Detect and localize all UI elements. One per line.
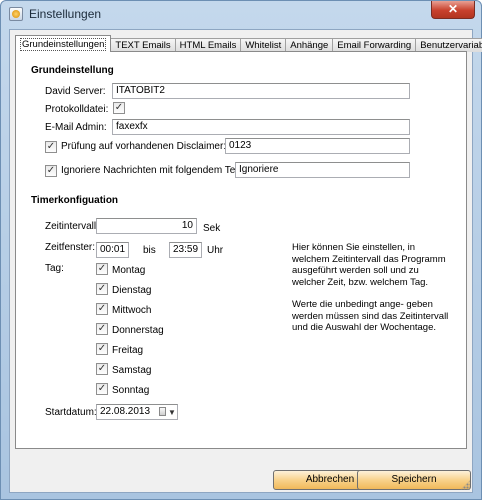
zeitintervall-input[interactable]: 10 — [96, 218, 197, 234]
chevron-down-icon[interactable]: ▼ — [168, 406, 176, 420]
tab-email-forwarding[interactable]: Email Forwarding — [332, 38, 416, 52]
disclaimer-label: Prüfung auf vorhandenen Disclaimer: — [61, 141, 226, 152]
tab-strip: Grundeinstellungen TEXT Emails HTML Emails… — [15, 34, 482, 52]
day-checkbox-freitag[interactable]: ✓ — [96, 343, 108, 355]
email-admin-input[interactable]: faxexfx — [112, 119, 410, 135]
day-checkbox-montag[interactable]: ✓ — [96, 263, 108, 275]
startdatum-label: Startdatum: — [45, 407, 97, 418]
day-label-montag: Montag — [112, 265, 145, 276]
zeitfenster-label: Zeitfenster: — [45, 242, 95, 253]
david-server-input[interactable]: ITATOBIT2 — [112, 83, 410, 99]
settings-window: Einstellungen ✕ Grundeinstellungen TEXT E… — [0, 0, 482, 500]
email-admin-label: E-Mail Admin: — [45, 122, 107, 133]
startdatum-value: 22.08.2013 — [100, 406, 150, 417]
section-title-timer: Timerkonfiguation — [31, 195, 118, 206]
tab-benutzervariablen[interactable]: Benutzervariablen — [415, 38, 482, 52]
title-bar[interactable]: Einstellungen ✕ — [1, 1, 481, 27]
tab-text-emails[interactable]: TEXT Emails — [110, 38, 175, 52]
section-title-grundeinstellung: Grundeinstellung — [31, 65, 114, 76]
day-checkbox-donnerstag[interactable]: ✓ — [96, 323, 108, 335]
zeitintervall-label: Zeitintervall: — [45, 221, 99, 232]
help-paragraph-2: Werte die unbedingt ange- geben werden m… — [292, 299, 452, 334]
day-label-donnerstag: Donnerstag — [112, 325, 164, 336]
window-title: Einstellungen — [29, 7, 101, 21]
day-label-mittwoch: Mittwoch — [112, 305, 151, 316]
dialog-client-area: Grundeinstellungen TEXT Emails HTML Emails… — [9, 29, 473, 493]
close-button[interactable]: ✕ — [431, 1, 475, 19]
tab-html-emails[interactable]: HTML Emails — [175, 38, 242, 52]
day-label-samstag: Samstag — [112, 365, 151, 376]
day-label-freitag: Freitag — [112, 345, 143, 356]
day-checkbox-samstag[interactable]: ✓ — [96, 363, 108, 375]
day-label-dienstag: Dienstag — [112, 285, 151, 296]
calendar-icon[interactable] — [159, 407, 166, 416]
help-text: Hier können Sie einstellen, in welchem Z… — [292, 242, 452, 345]
disclaimer-checkbox[interactable]: ✓ — [45, 141, 57, 153]
day-label-sonntag: Sonntag — [112, 385, 149, 396]
ignore-input[interactable]: Ignoriere — [235, 162, 410, 178]
zeitfenster-to-input[interactable]: 23:59 — [169, 242, 202, 258]
protokolldatei-label: Protokolldatei: — [45, 104, 108, 115]
disclaimer-input[interactable]: 0123 — [225, 138, 410, 154]
tag-label: Tag: — [45, 263, 64, 274]
zeitfenster-unit: Uhr — [207, 245, 223, 256]
app-icon — [9, 7, 23, 21]
david-server-label: David Server: — [45, 86, 106, 97]
resize-grip[interactable] — [460, 480, 470, 490]
tab-whitelist[interactable]: Whitelist — [240, 38, 286, 52]
zeitfenster-bis-label: bis — [143, 245, 156, 256]
day-checkbox-dienstag[interactable]: ✓ — [96, 283, 108, 295]
ignore-checkbox[interactable]: ✓ — [45, 165, 57, 177]
zeitfenster-from-input[interactable]: 00:01 — [96, 242, 129, 258]
day-checkbox-sonntag[interactable]: ✓ — [96, 383, 108, 395]
save-button[interactable]: Speichern — [357, 470, 471, 490]
day-checkbox-mittwoch[interactable]: ✓ — [96, 303, 108, 315]
grundeinstellungen-panel: Grundeinstellung David Server: ITATOBIT2… — [15, 51, 467, 449]
help-paragraph-1: Hier können Sie einstellen, in welchem Z… — [292, 242, 452, 288]
protokolldatei-checkbox[interactable]: ✓ — [113, 102, 125, 114]
tab-anhaenge[interactable]: Anhänge — [285, 38, 333, 52]
startdatum-input[interactable]: 22.08.2013 ▼ — [96, 404, 178, 420]
zeitintervall-unit: Sek — [203, 223, 220, 234]
tab-grundeinstellungen[interactable]: Grundeinstellungen — [15, 35, 111, 52]
